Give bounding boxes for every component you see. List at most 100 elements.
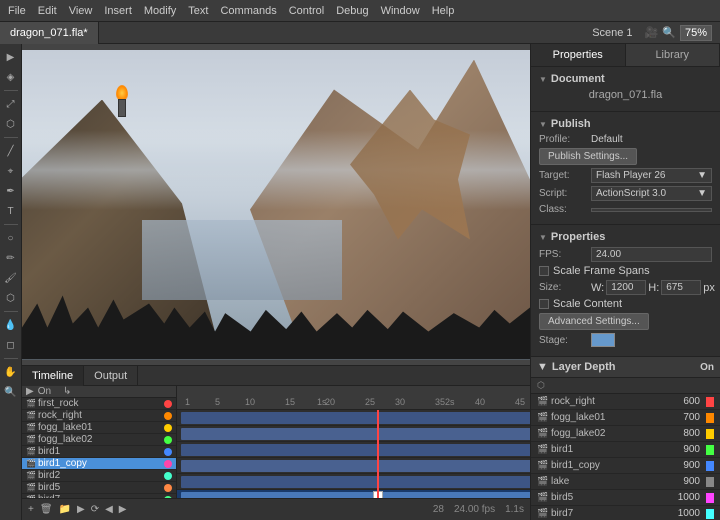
layer-name-bird5: bird5 <box>38 482 160 493</box>
loop-btn[interactable]: ⟳ <box>91 504 99 515</box>
gradient-tool[interactable]: ⬡ <box>2 115 20 133</box>
advanced-settings-btn[interactable]: Advanced Settings... <box>539 313 649 330</box>
menu-item-view[interactable]: View <box>69 5 93 17</box>
size-unit: px <box>703 282 715 294</box>
tab-timeline[interactable]: Timeline <box>22 366 84 386</box>
layer-row-fogg-lake01[interactable]: 🎬 fogg_lake01 <box>22 422 176 434</box>
publish-settings-btn[interactable]: Publish Settings... <box>539 148 637 165</box>
lasso-tool[interactable]: ⌖ <box>2 162 20 180</box>
depth-row-0[interactable]: 🎬 rock_right 600 <box>531 394 720 410</box>
stage-color-picker[interactable] <box>591 333 615 347</box>
tab-main[interactable]: dragon_071.fla* <box>0 22 99 44</box>
depth-name-6: bird5 <box>551 492 666 503</box>
delete-layer-btn[interactable]: 🗑 <box>40 504 53 515</box>
document-label: Document <box>551 73 605 85</box>
properties-label: Properties <box>551 231 605 243</box>
scale-content-checkbox[interactable] <box>539 299 549 309</box>
playhead[interactable] <box>377 410 379 498</box>
publish-btn-row: Publish Settings... <box>539 148 712 165</box>
ruler-tick-10: 10 <box>245 397 255 407</box>
prev-frame-btn[interactable]: ◀ <box>105 504 113 515</box>
oval-tool[interactable]: ○ <box>2 229 20 247</box>
text-tool[interactable]: T <box>2 202 20 220</box>
menu-item-text[interactable]: Text <box>188 5 208 17</box>
script-dropdown[interactable]: ActionScript 3.0 ▼ <box>591 186 712 201</box>
zoom-tool[interactable]: 🔍 <box>2 383 20 401</box>
menu-item-window[interactable]: Window <box>381 5 420 17</box>
publish-header[interactable]: ▼ Publish <box>539 118 712 130</box>
depth-row-1[interactable]: 🎬 fogg_lake01 700 <box>531 410 720 426</box>
menu-item-control[interactable]: Control <box>289 5 324 17</box>
target-dropdown[interactable]: Flash Player 26 ▼ <box>591 168 712 183</box>
tab-library[interactable]: Library <box>626 44 720 66</box>
depth-bar-1 <box>706 413 714 423</box>
free-transform-tool[interactable]: ⤢ <box>2 95 20 113</box>
brush-tool[interactable]: 🖌 <box>2 269 20 287</box>
select-tool[interactable]: ▶ <box>2 48 20 66</box>
pencil-tool[interactable]: ✏ <box>2 249 20 267</box>
document-header[interactable]: ▼ Document <box>539 73 712 85</box>
block-bird1 <box>181 476 530 488</box>
tab-properties[interactable]: Properties <box>531 44 626 66</box>
depth-row-4[interactable]: 🎬 bird1_copy 900 <box>531 458 720 474</box>
layer-name-fogg-lake01: fogg_lake01 <box>38 422 160 433</box>
add-layer-btn[interactable]: + <box>28 504 34 515</box>
depth-icon-3: 🎬 <box>537 444 547 455</box>
hand-tool[interactable]: ✋ <box>2 363 20 381</box>
line-tool[interactable]: ╱ <box>2 142 20 160</box>
menu-item-commands[interactable]: Commands <box>220 5 276 17</box>
target-value: Flash Player 26 <box>596 170 665 181</box>
depth-row-2[interactable]: 🎬 fogg_lake02 800 <box>531 426 720 442</box>
layer-row-rock-right[interactable]: 🎬 rock_right <box>22 410 176 422</box>
timeline-body: ▶ On ↳ 🎬 first_rock 🎬 rock_right <box>22 386 530 498</box>
play-btn[interactable]: ▶ <box>77 504 85 515</box>
layer-row-bird2[interactable]: 🎬 bird2 <box>22 470 176 482</box>
depth-row-5[interactable]: 🎬 lake 900 <box>531 474 720 490</box>
advanced-btn-row: Advanced Settings... <box>539 313 712 330</box>
tab-output[interactable]: Output <box>84 366 138 386</box>
layer-depth-section: ▼ Layer Depth On ⬡ 🎬 rock_right 600 🎬 fo… <box>531 357 720 520</box>
depth-name-1: fogg_lake01 <box>551 412 666 423</box>
scene-label: Scene 1 <box>592 27 632 39</box>
fps-input[interactable]: 24.00 <box>591 247 712 262</box>
tool-separator-2 <box>4 137 18 138</box>
new-folder-btn[interactable]: 📁 <box>59 504 71 515</box>
eyedropper-tool[interactable]: 💧 <box>2 316 20 334</box>
scene-illustration <box>22 50 530 360</box>
menu-item-debug[interactable]: Debug <box>336 5 368 17</box>
subselect-tool[interactable]: ◈ <box>2 68 20 86</box>
depth-name-4: bird1_copy <box>551 460 666 471</box>
layer-row-bird1[interactable]: 🎬 bird1 <box>22 446 176 458</box>
depth-row-3[interactable]: 🎬 bird1 900 <box>531 442 720 458</box>
pen-tool[interactable]: ✒ <box>2 182 20 200</box>
stage-canvas[interactable] <box>22 44 530 365</box>
size-inputs: W: 1200 H: 675 px <box>591 280 715 295</box>
properties-header[interactable]: ▼ Properties <box>539 231 712 243</box>
width-input[interactable]: 1200 <box>606 280 646 295</box>
depth-row-7[interactable]: 🎬 bird7 1000 <box>531 506 720 520</box>
menu-item-help[interactable]: Help <box>432 5 455 17</box>
layer-row-first-rock[interactable]: 🎬 first_rock <box>22 398 176 410</box>
menu-item-edit[interactable]: Edit <box>38 5 57 17</box>
paint-bucket-tool[interactable]: ⬡ <box>2 289 20 307</box>
ruler-tick-5: 5 <box>215 397 220 407</box>
class-input[interactable] <box>591 208 712 212</box>
menu-item-modify[interactable]: Modify <box>144 5 176 17</box>
layer-row-bird5[interactable]: 🎬 bird5 <box>22 482 176 494</box>
menu-item-insert[interactable]: Insert <box>104 5 132 17</box>
layer-row-fogg-lake02[interactable]: 🎬 fogg_lake02 <box>22 434 176 446</box>
properties-section: ▼ Properties FPS: 24.00 Scale Frame Span… <box>531 225 720 357</box>
depth-bar-2 <box>706 429 714 439</box>
properties-arrow: ▼ <box>539 233 547 242</box>
depth-row-6[interactable]: 🎬 bird5 1000 <box>531 490 720 506</box>
height-input[interactable]: 675 <box>661 280 701 295</box>
zoom-value[interactable]: 75% <box>680 25 712 41</box>
menu-item-file[interactable]: File <box>8 5 26 17</box>
depth-bar-5 <box>706 477 714 487</box>
class-row: Class: <box>539 204 712 215</box>
next-frame-btn[interactable]: ▶ <box>119 504 127 515</box>
play-icon: ▶ <box>26 386 34 397</box>
scale-frames-checkbox[interactable] <box>539 266 549 276</box>
layer-row-bird1-copy[interactable]: 🎬 bird1_copy <box>22 458 176 470</box>
eraser-tool[interactable]: ◻ <box>2 336 20 354</box>
